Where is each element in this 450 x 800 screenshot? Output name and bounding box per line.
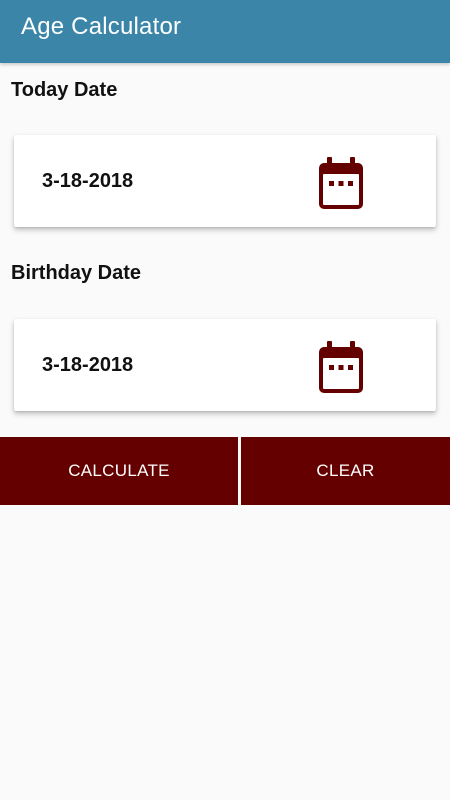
today-date-value: 3-18-2018 [42, 170, 134, 192]
calendar-icon[interactable] [317, 341, 365, 395]
birthday-date-picker[interactable]: 3-18-2018 [14, 319, 436, 411]
clear-button[interactable]: CLEAR [241, 437, 450, 505]
app-bar: Age Calculator [0, 0, 450, 63]
calculate-button[interactable]: CALCULATE [0, 437, 238, 505]
today-date-label: Today Date [11, 79, 118, 101]
calendar-icon[interactable] [317, 157, 365, 211]
today-date-picker[interactable]: 3-18-2018 [14, 135, 436, 227]
app-title: Age Calculator [21, 13, 182, 40]
birthday-date-value: 3-18-2018 [42, 354, 134, 376]
birthday-date-label: Birthday Date [11, 262, 142, 284]
